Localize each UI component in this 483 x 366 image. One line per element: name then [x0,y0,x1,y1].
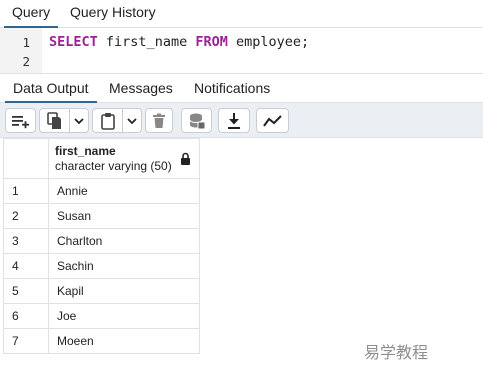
paste-icon [100,112,115,130]
add-row-button[interactable] [5,108,36,133]
download-button[interactable] [218,108,250,133]
cell-first-name[interactable]: Kapil [48,278,200,304]
trash-icon [153,113,165,128]
sql-code-line[interactable]: SELECT first_name FROM employee; [49,34,309,50]
row-number[interactable]: 4 [3,253,49,279]
cell-first-name[interactable]: Susan [48,203,200,229]
delete-button[interactable] [145,108,173,133]
sql-keyword-select: SELECT [49,34,98,50]
chevron-down-icon [74,117,84,124]
query-tabs-bar: Query Query History [0,0,483,29]
cell-first-name[interactable]: Sachin [48,253,200,279]
table-row[interactable]: 1 Annie [3,178,200,204]
tab-query-history[interactable]: Query History [62,0,164,28]
line-number-gutter: 1 2 [0,28,42,73]
copy-icon [46,111,61,129]
cell-first-name[interactable]: Joe [48,303,200,329]
table-row[interactable]: 2 Susan [3,203,200,229]
data-output-toolbar [0,103,483,138]
chevron-down-icon [127,117,137,124]
table-row[interactable]: 6 Joe [3,303,200,329]
paste-button[interactable] [92,108,123,133]
cell-first-name[interactable]: Moeen [48,328,200,354]
copy-button[interactable] [39,108,70,133]
row-number[interactable]: 2 [3,203,49,229]
line-number: 2 [22,54,30,69]
column-type: character varying (50) [55,159,172,173]
lock-icon [181,152,190,165]
output-tabs-bar: Data Output Messages Notifications [0,73,483,104]
table-row[interactable]: 4 Sachin [3,253,200,279]
download-icon [228,112,240,129]
row-number-header[interactable] [3,138,49,179]
sql-keyword-from: FROM [195,34,228,50]
results-grid: first_name character varying (50) 1 Annie… [3,138,200,354]
watermark-text: 易学教程 [364,343,429,362]
paste-options-dropdown[interactable] [122,108,142,133]
save-data-icon [189,113,205,129]
add-row-icon [11,115,29,128]
table-row[interactable]: 7 Moeen [3,328,200,354]
row-number[interactable]: 5 [3,278,49,304]
graph-icon [262,114,282,127]
tab-data-output[interactable]: Data Output [5,74,97,104]
column-name: first_name [55,144,116,158]
tab-query[interactable]: Query [4,0,59,29]
row-number[interactable]: 6 [3,303,49,329]
sql-table-name: employee; [236,34,310,50]
sql-column-name: first_name [105,34,188,50]
row-number[interactable]: 3 [3,228,49,254]
save-data-button[interactable] [181,108,212,133]
row-number[interactable]: 7 [3,328,49,354]
table-row[interactable]: 3 Charlton [3,228,200,254]
tab-notifications[interactable]: Notifications [186,74,278,103]
table-row[interactable]: 5 Kapil [3,278,200,304]
sql-editor[interactable]: 1 2 SELECT first_name FROM employee; [0,28,483,73]
graph-visualiser-button[interactable] [256,108,289,133]
tab-messages[interactable]: Messages [101,74,181,103]
cell-first-name[interactable]: Charlton [48,228,200,254]
cell-first-name[interactable]: Annie [48,178,200,204]
column-header-first-name[interactable]: first_name character varying (50) [48,138,200,179]
row-number[interactable]: 1 [3,178,49,204]
copy-options-dropdown[interactable] [69,108,89,133]
line-number: 1 [22,35,30,50]
